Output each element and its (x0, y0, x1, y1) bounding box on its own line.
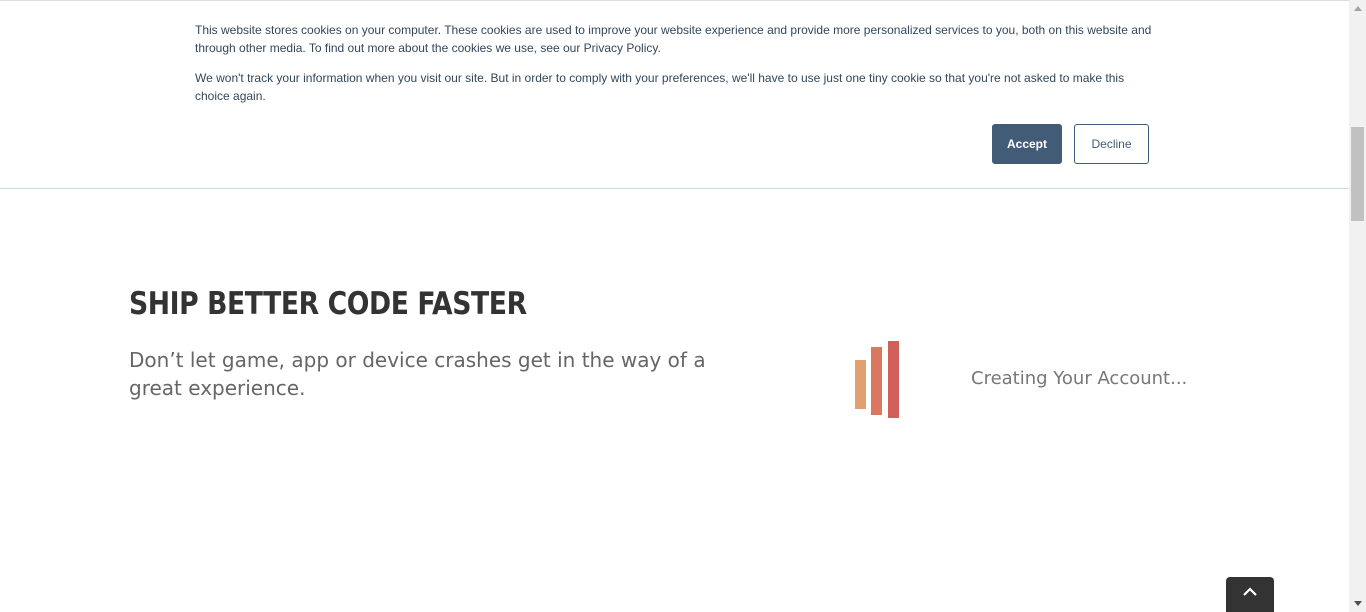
scroll-down-arrow[interactable] (1349, 595, 1366, 612)
back-to-top-button[interactable] (1226, 577, 1274, 612)
loader-bar-1 (855, 360, 866, 409)
cookie-banner: This website stores cookies on your comp… (0, 0, 1349, 189)
hero-subtitle: Don’t let game, app or device crashes ge… (129, 348, 706, 400)
viewport: This website stores cookies on your comp… (0, 0, 1349, 612)
creating-account-status: Creating Your Account... (971, 368, 1188, 389)
scroll-up-arrow[interactable] (1349, 0, 1366, 17)
cookie-tracking-text: We won't track your information when you… (195, 71, 1125, 103)
accept-button[interactable]: Accept (992, 124, 1062, 164)
loader-bar-3 (888, 341, 899, 418)
triangle-up-icon (1353, 6, 1362, 11)
page: This website stores cookies on your comp… (0, 0, 1366, 612)
decline-button[interactable]: Decline (1074, 124, 1149, 164)
scrollbar-thumb[interactable] (1351, 127, 1364, 221)
hero-title: SHIP BETTER CODE FASTER (129, 286, 527, 322)
vertical-scrollbar[interactable] (1349, 0, 1366, 612)
loader-bar-2 (871, 347, 882, 415)
loading-bars-icon (855, 341, 899, 418)
cookie-notice-text: This website stores cookies on your comp… (195, 23, 1152, 55)
triangle-down-icon (1353, 601, 1362, 606)
chevron-up-icon (1243, 587, 1257, 596)
